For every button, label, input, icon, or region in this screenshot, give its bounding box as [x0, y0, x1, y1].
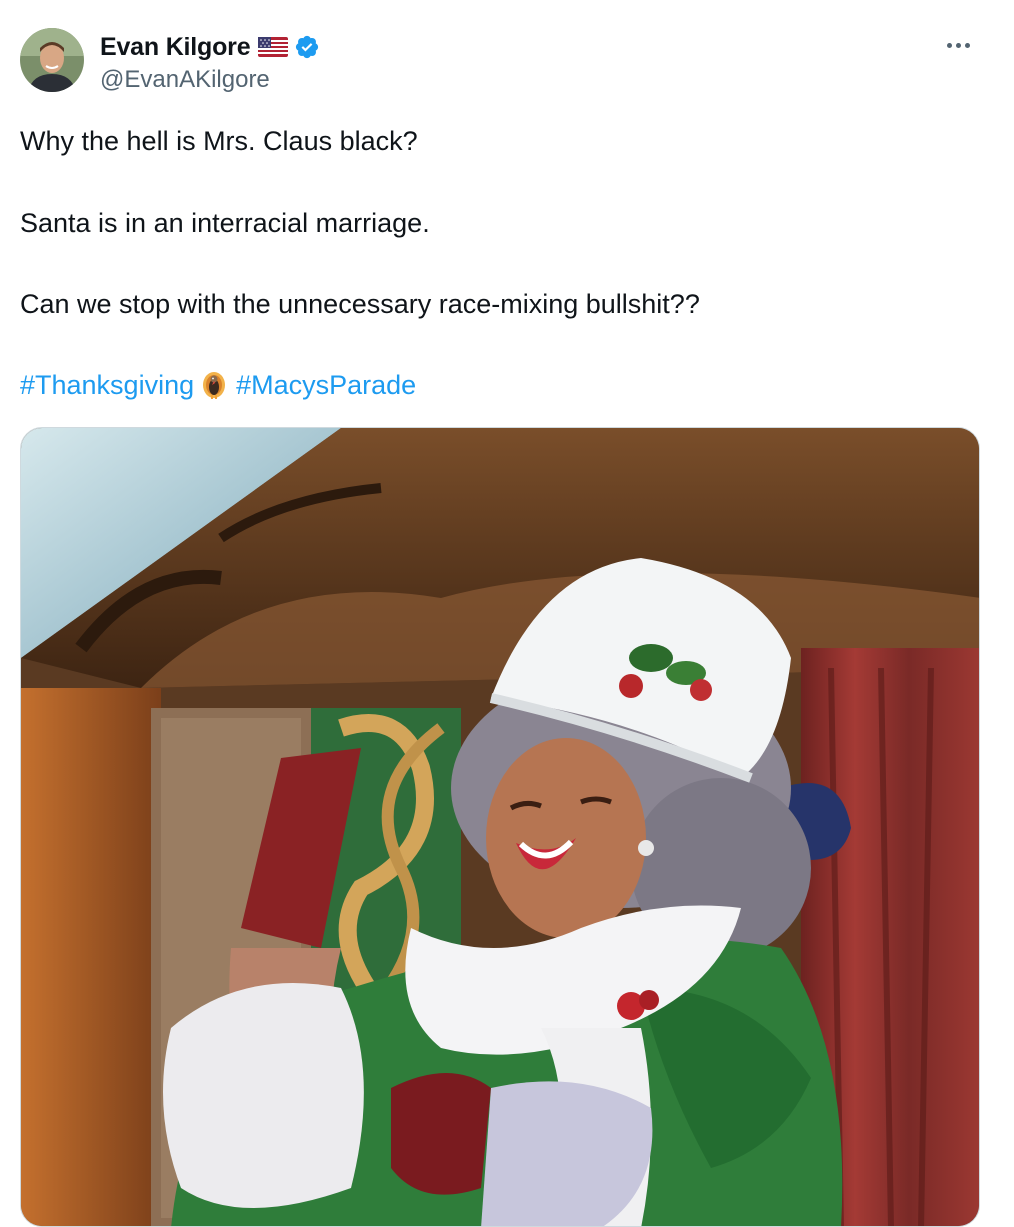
us-flag-icon [258, 37, 289, 57]
more-dot [955, 42, 961, 48]
verified-badge-icon[interactable] [294, 34, 320, 60]
avatar-image [20, 28, 84, 92]
more-dot [946, 42, 952, 48]
author-handle[interactable]: @EvanAKilgore [100, 66, 270, 94]
author-name-row: Evan Kilgore [100, 30, 320, 64]
avatar[interactable] [20, 28, 84, 92]
more-dot [964, 42, 970, 48]
tweet-card: Evan Kilgore @EvanAKilgore Why the hell … [0, 0, 1014, 1227]
tweet-photo[interactable] [20, 427, 980, 1227]
tweet-text-line-1: Why the hell is Mrs. Claus black? [20, 126, 418, 156]
turkey-emoji-icon [200, 370, 228, 400]
tweet-text-line-2: Santa is in an interracial marriage. [20, 208, 430, 238]
photo-mrs-claus-parade [21, 428, 979, 1226]
more-options-icon[interactable] [938, 32, 978, 58]
hashtag-row: #Thanksgiving #MacysParade [20, 368, 416, 402]
author-display-name[interactable]: Evan Kilgore [100, 33, 251, 62]
hashtag-thanksgiving[interactable]: #Thanksgiving [20, 368, 194, 402]
hashtag-macysparade[interactable]: #MacysParade [236, 368, 416, 402]
tweet-text-line-3: Can we stop with the unnecessary race-mi… [20, 289, 700, 319]
